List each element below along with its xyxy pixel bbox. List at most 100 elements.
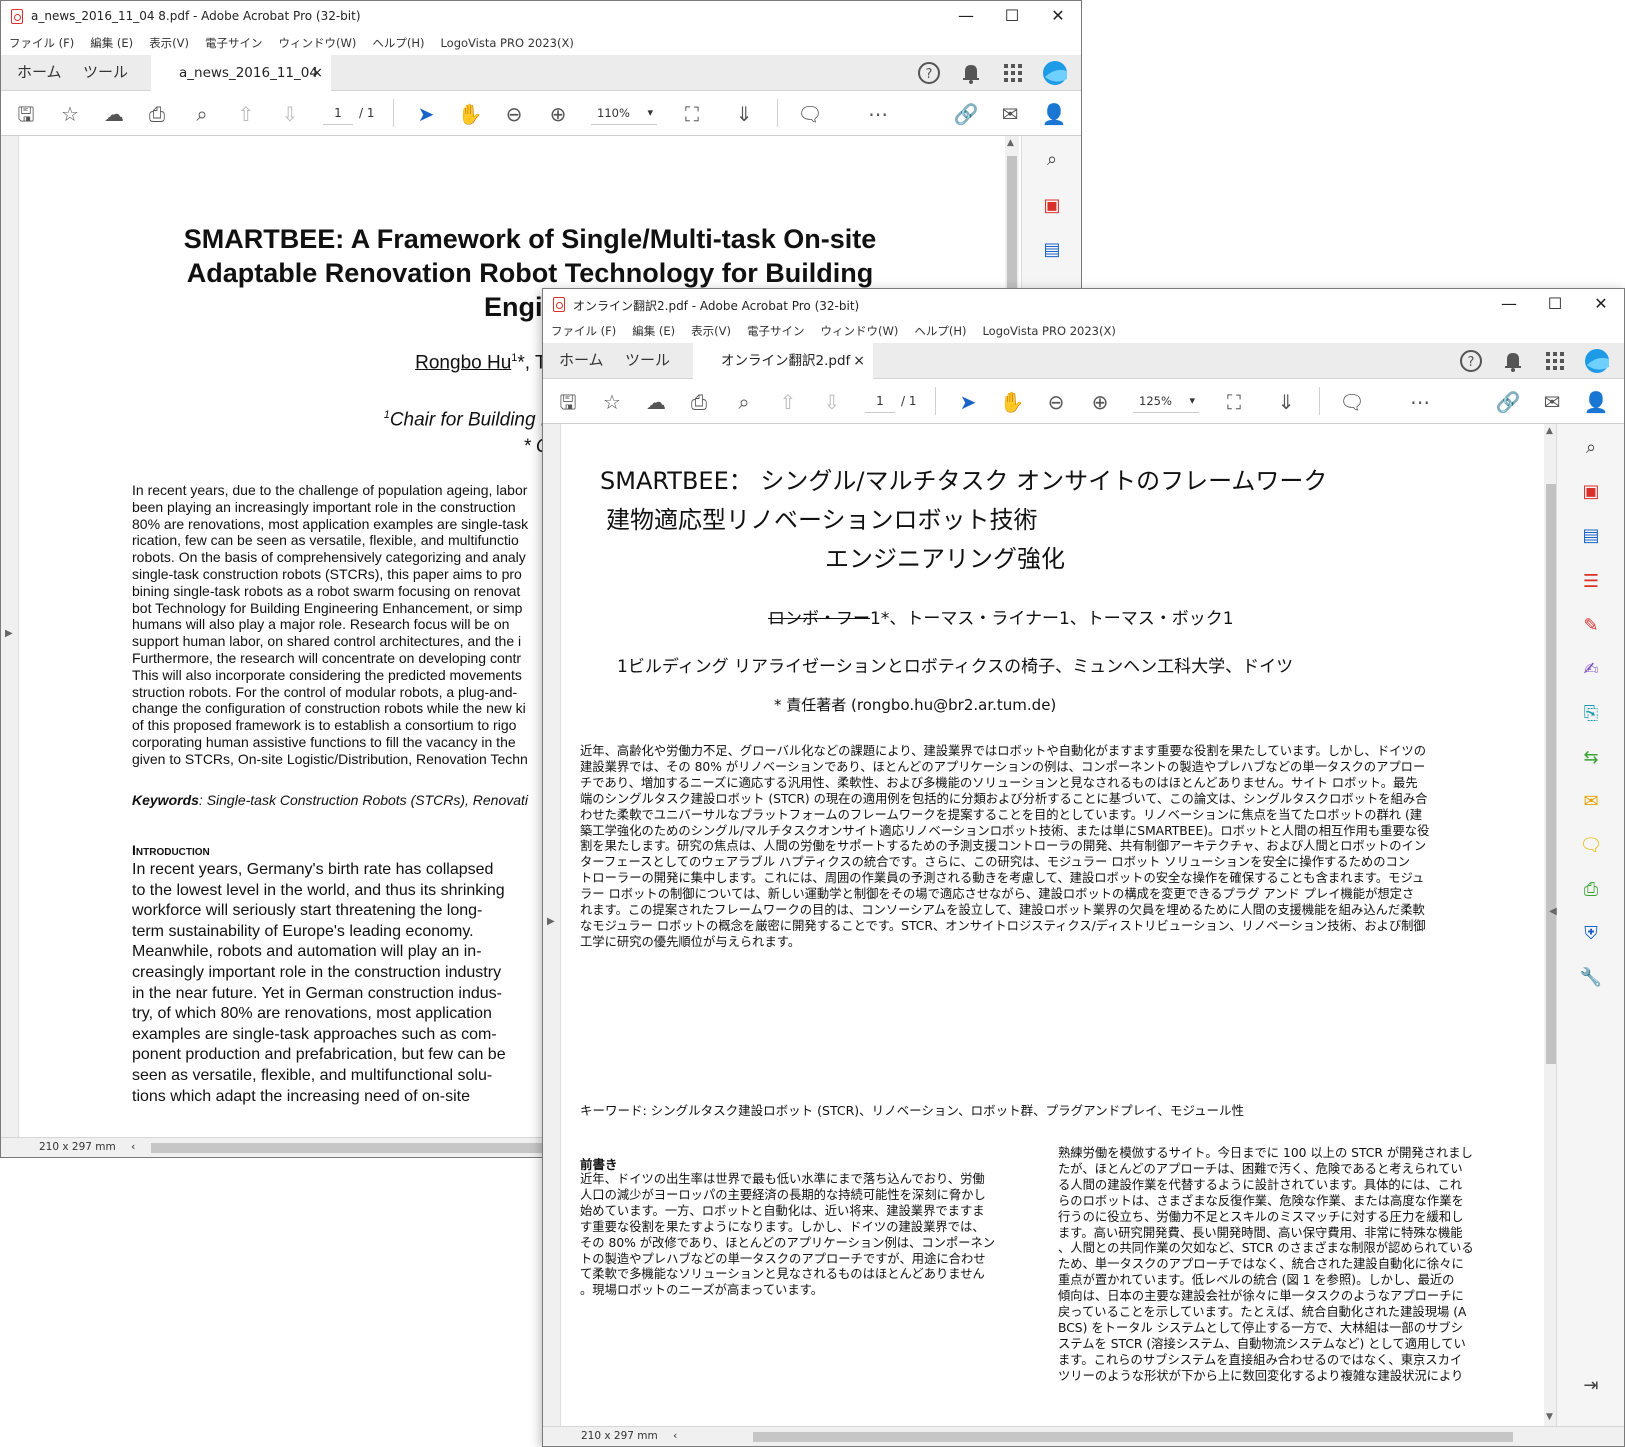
add-user-icon[interactable]: 👤 bbox=[1041, 101, 1067, 127]
more-options-icon[interactable]: ⋯ bbox=[1407, 389, 1433, 415]
menu-edit[interactable]: 編集 (E) bbox=[82, 33, 141, 53]
more-options-icon[interactable]: ⋯ bbox=[865, 101, 891, 127]
minimize-icon[interactable]: — bbox=[1486, 289, 1532, 319]
apps-grid-icon[interactable] bbox=[1541, 347, 1569, 375]
fill-sign-icon[interactable]: ✍ bbox=[1579, 658, 1603, 682]
menu-esign[interactable]: 電子サイン bbox=[739, 321, 813, 341]
account-avatar-icon[interactable] bbox=[1041, 59, 1069, 87]
zoom-out-icon[interactable]: ⊖ bbox=[501, 101, 527, 127]
page-number-input[interactable]: 1 bbox=[323, 101, 353, 125]
create-pdf-icon[interactable]: ▣ bbox=[1040, 194, 1064, 218]
left-panel-toggle[interactable]: ▶ bbox=[543, 424, 561, 1428]
create-pdf-icon[interactable]: ▣ bbox=[1579, 480, 1603, 504]
scroll-mode-icon[interactable]: ⇓ bbox=[731, 101, 757, 127]
hand-tool-icon[interactable]: ✋ bbox=[457, 101, 483, 127]
organize-pages-icon[interactable]: ☰ bbox=[1579, 570, 1603, 594]
export-pdf-icon[interactable]: ▤ bbox=[1040, 238, 1064, 262]
bell-icon[interactable] bbox=[1499, 347, 1527, 375]
comment-icon[interactable]: 🗨 bbox=[797, 101, 823, 127]
save-icon[interactable]: 🖫 bbox=[13, 101, 39, 127]
menu-view[interactable]: 表示(V) bbox=[683, 321, 739, 341]
close-window-icon[interactable]: ✕ bbox=[1578, 289, 1624, 319]
link-share-icon[interactable]: 🔗 bbox=[1495, 389, 1521, 415]
help-icon[interactable]: ? bbox=[1457, 347, 1485, 375]
send-for-signature-icon[interactable]: ⎘ bbox=[1579, 702, 1603, 726]
zoom-tool-icon[interactable]: ⌕ bbox=[1040, 148, 1064, 172]
prev-page-icon[interactable]: ⇧ bbox=[233, 101, 259, 127]
horizontal-scroll-thumb[interactable] bbox=[753, 1432, 1513, 1442]
tab-document[interactable]: a_news_2016_11_04 ... × bbox=[151, 55, 331, 117]
apps-grid-icon[interactable] bbox=[999, 59, 1027, 87]
menu-file[interactable]: ファイル (F) bbox=[1, 33, 82, 53]
tab-home[interactable]: ホーム bbox=[559, 349, 604, 370]
menu-file[interactable]: ファイル (F) bbox=[543, 321, 624, 341]
close-tab-icon[interactable]: × bbox=[311, 55, 323, 91]
zoom-select[interactable]: 125% bbox=[1133, 389, 1199, 413]
acrobat-window-japanese[interactable]: オンライン翻訳2.pdf - Adobe Acrobat Pro (32-bit… bbox=[542, 288, 1625, 1447]
menu-window[interactable]: ウィンドウ(W) bbox=[813, 321, 907, 341]
menu-logovista[interactable]: LogoVista PRO 2023(X) bbox=[974, 321, 1123, 341]
page-number-input[interactable]: 1 bbox=[865, 389, 895, 413]
comment-icon[interactable]: 🗨 bbox=[1339, 389, 1365, 415]
compare-files-icon[interactable]: ⇆ bbox=[1579, 746, 1603, 770]
print-icon[interactable]: ⎙ bbox=[686, 389, 712, 415]
prev-page-icon[interactable]: ⇧ bbox=[775, 389, 801, 415]
next-page-icon[interactable]: ⇩ bbox=[277, 101, 303, 127]
hand-tool-icon[interactable]: ✋ bbox=[999, 389, 1025, 415]
cloud-upload-icon[interactable]: ☁ bbox=[101, 101, 127, 127]
panel-toggle-icon[interactable]: ⇥ bbox=[1579, 1374, 1603, 1398]
link-share-icon[interactable]: 🔗 bbox=[953, 101, 979, 127]
zoom-out-icon[interactable]: ⊖ bbox=[1043, 389, 1069, 415]
title-bar[interactable]: オンライン翻訳2.pdf - Adobe Acrobat Pro (32-bit… bbox=[543, 289, 1624, 321]
search-icon[interactable]: ⌕ bbox=[189, 101, 215, 127]
menu-help[interactable]: ヘルプ(H) bbox=[364, 33, 432, 53]
search-icon[interactable]: ⌕ bbox=[731, 389, 757, 415]
collapse-panel-icon[interactable]: ◀ bbox=[1549, 906, 1557, 917]
select-pointer-icon[interactable]: ➤ bbox=[413, 101, 439, 127]
menu-logovista[interactable]: LogoVista PRO 2023(X) bbox=[432, 33, 581, 53]
add-user-icon[interactable]: 👤 bbox=[1583, 389, 1609, 415]
minimize-icon[interactable]: — bbox=[943, 1, 989, 31]
protect-shield-icon[interactable]: ⛨ bbox=[1579, 922, 1603, 946]
tab-document[interactable]: オンライン翻訳2.pdf × bbox=[693, 343, 873, 379]
bookmark-star-icon[interactable]: ☆ bbox=[599, 389, 625, 415]
email-icon[interactable]: ✉ bbox=[1539, 389, 1565, 415]
zoom-in-icon[interactable]: ⊕ bbox=[1087, 389, 1113, 415]
zoom-tool-icon[interactable]: ⌕ bbox=[1579, 436, 1603, 460]
email-icon[interactable]: ✉ bbox=[997, 101, 1023, 127]
expand-arrow-icon[interactable]: ▶ bbox=[547, 916, 555, 927]
scroll-left-icon[interactable]: ‹ bbox=[673, 1429, 677, 1442]
more-tools-icon[interactable]: 🔧 bbox=[1579, 966, 1603, 990]
bookmark-star-icon[interactable]: ☆ bbox=[57, 101, 83, 127]
comment-tool-icon[interactable]: 🗨 bbox=[1579, 834, 1603, 858]
select-pointer-icon[interactable]: ➤ bbox=[955, 389, 981, 415]
page-fit-icon[interactable]: ⛶ bbox=[1221, 389, 1247, 415]
bell-icon[interactable] bbox=[957, 59, 985, 87]
scroll-left-icon[interactable]: ‹ bbox=[131, 1140, 135, 1153]
edit-pdf-icon[interactable]: ✎ bbox=[1579, 614, 1603, 638]
export-pdf-icon[interactable]: ▤ bbox=[1579, 524, 1603, 548]
help-icon[interactable]: ? bbox=[915, 59, 943, 87]
expand-arrow-icon[interactable]: ▶ bbox=[5, 628, 13, 639]
menu-view[interactable]: 表示(V) bbox=[141, 33, 197, 53]
scroll-up-icon[interactable]: ▲ bbox=[1007, 138, 1014, 148]
document-view[interactable]: SMARTBEE： シングル/マルチタスク オンサイトのフレームワーク 建物適応… bbox=[562, 424, 1544, 1428]
tab-tools[interactable]: ツール bbox=[83, 61, 128, 82]
scroll-up-icon[interactable]: ▲ bbox=[1546, 426, 1553, 436]
menu-window[interactable]: ウィンドウ(W) bbox=[271, 33, 365, 53]
scroll-mode-icon[interactable]: ⇓ bbox=[1273, 389, 1299, 415]
zoom-in-icon[interactable]: ⊕ bbox=[545, 101, 571, 127]
maximize-icon[interactable]: ☐ bbox=[989, 1, 1035, 31]
title-bar[interactable]: a_news_2016_11_04 8.pdf - Adobe Acrobat … bbox=[1, 1, 1081, 33]
scroll-down-icon[interactable]: ▼ bbox=[1546, 1412, 1553, 1422]
close-tab-icon[interactable]: × bbox=[853, 343, 865, 379]
tab-home[interactable]: ホーム bbox=[17, 61, 62, 82]
page-fit-icon[interactable]: ⛶ bbox=[679, 101, 705, 127]
menu-edit[interactable]: 編集 (E) bbox=[624, 321, 683, 341]
tab-tools[interactable]: ツール bbox=[625, 349, 670, 370]
maximize-icon[interactable]: ☐ bbox=[1532, 289, 1578, 319]
zoom-select[interactable]: 110% bbox=[591, 101, 657, 125]
scroll-thumb[interactable] bbox=[1546, 484, 1556, 1064]
author-link[interactable]: Rongbo Hu bbox=[415, 352, 511, 373]
account-avatar-icon[interactable] bbox=[1583, 347, 1611, 375]
